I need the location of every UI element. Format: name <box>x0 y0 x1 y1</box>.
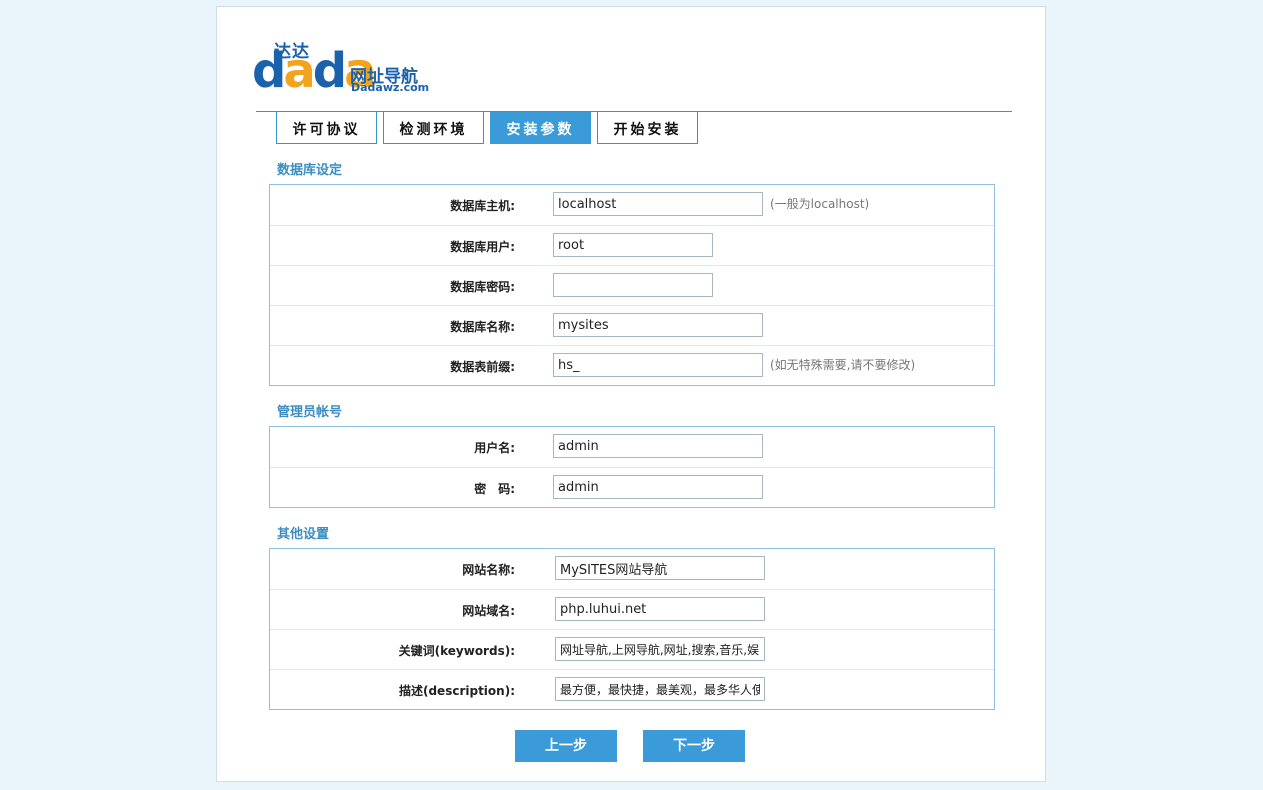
prev-step-button[interactable]: 上一步 <box>515 730 617 762</box>
form-row-site-domain: 网站域名: <box>270 589 994 629</box>
admin-password-input[interactable] <box>553 475 763 499</box>
dada-logo: 达达 dada 网址导航 Dadawz.com <box>252 37 442 97</box>
form-row-db-password: 数据库密码: <box>270 265 994 305</box>
db-name-label: 数据库名称: <box>450 320 515 334</box>
db-host-input[interactable] <box>553 192 763 216</box>
site-domain-input[interactable] <box>555 597 765 621</box>
form-row-admin-username: 用户名: <box>270 427 994 467</box>
form-row-admin-password: 密 码: <box>270 467 994 507</box>
keywords-label: 关键词(keywords): <box>398 644 515 658</box>
section-title-database: 数据库设定 <box>277 163 343 178</box>
logo-domain: Dadawz.com <box>351 81 430 94</box>
form-row-db-host: 数据库主机: (一般为localhost) <box>270 185 994 225</box>
form-row-description: 描述(description): <box>270 669 994 709</box>
form-row-db-user: 数据库用户: <box>270 225 994 265</box>
form-row-db-name: 数据库名称: <box>270 305 994 345</box>
table-prefix-hint: (如无特殊需要,请不要修改) <box>770 358 916 372</box>
admin-username-input[interactable] <box>553 434 763 458</box>
site-domain-label: 网站域名: <box>462 604 515 618</box>
form-row-site-name: 网站名称: <box>270 549 994 589</box>
description-input[interactable] <box>555 677 765 701</box>
tab-install-params[interactable]: 安装参数 <box>490 112 591 144</box>
keywords-input[interactable] <box>555 637 765 661</box>
db-password-label: 数据库密码: <box>450 280 515 294</box>
section-title-other: 其他设置 <box>277 527 330 542</box>
db-name-input[interactable] <box>553 313 763 337</box>
form-row-table-prefix: 数据表前缀: (如无特殊需要,请不要修改) <box>270 345 994 385</box>
other-settings-panel: 网站名称: 网站域名: 关键词(keywords): 描述(descriptio… <box>269 548 995 710</box>
tab-license[interactable]: 许可协议 <box>276 112 377 144</box>
db-password-input[interactable] <box>553 273 713 297</box>
admin-username-label: 用户名: <box>474 441 515 455</box>
table-prefix-label: 数据表前缀: <box>450 360 515 374</box>
installer-container: 达达 dada 网址导航 Dadawz.com 许可协议 检测环境 安装参数 开… <box>216 6 1046 782</box>
tab-check-env[interactable]: 检测环境 <box>383 112 484 144</box>
admin-password-label: 密 码: <box>474 482 515 496</box>
db-user-input[interactable] <box>553 233 713 257</box>
admin-panel: 用户名: 密 码: <box>269 426 995 508</box>
site-name-label: 网站名称: <box>462 563 515 577</box>
site-name-input[interactable] <box>555 556 765 580</box>
section-title-admin: 管理员帐号 <box>277 405 343 420</box>
table-prefix-input[interactable] <box>553 353 763 377</box>
next-step-button[interactable]: 下一步 <box>643 730 745 762</box>
form-row-keywords: 关键词(keywords): <box>270 629 994 669</box>
database-panel: 数据库主机: (一般为localhost) 数据库用户: 数据库密码: 数据库名… <box>269 184 995 386</box>
description-label: 描述(description): <box>398 684 515 698</box>
tab-start-install[interactable]: 开始安装 <box>597 112 698 144</box>
db-host-hint: (一般为localhost) <box>770 197 870 211</box>
db-user-label: 数据库用户: <box>450 240 515 254</box>
db-host-label: 数据库主机: <box>450 199 515 213</box>
